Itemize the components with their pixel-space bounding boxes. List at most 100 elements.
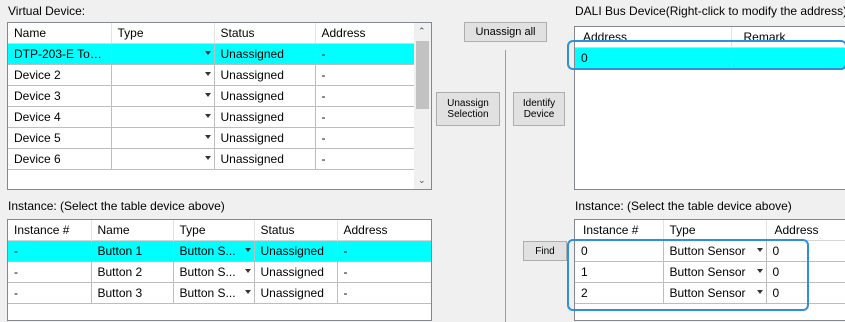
chevron-up-icon[interactable]: ⌃ [418, 27, 426, 36]
unassign-selection-button[interactable]: Unassign Selection [436, 92, 500, 126]
column-header-address[interactable]: Address [315, 23, 415, 44]
dali-remark-cell[interactable] [731, 47, 845, 69]
column-header-type[interactable]: Type [111, 23, 215, 44]
table-row[interactable]: - Button 3 Button S... Unassigned - [8, 282, 431, 304]
table-row[interactable]: 0 [575, 47, 845, 69]
instance-address-cell[interactable]: - [337, 240, 431, 262]
chevron-down-icon[interactable] [204, 135, 211, 139]
device-address-cell[interactable]: - [315, 43, 415, 65]
instance-name-cell[interactable]: Button 2 [91, 261, 174, 283]
device-name-cell[interactable]: Device 6 [8, 148, 112, 170]
device-status-cell[interactable]: Unassigned [214, 64, 316, 86]
unassign-all-button[interactable]: Unassign all [464, 22, 547, 42]
device-name-cell[interactable]: DTP-203-E Tou... [8, 43, 112, 65]
chevron-down-icon[interactable] [204, 72, 211, 76]
instance-number-cell[interactable]: - [8, 240, 92, 262]
table-row[interactable]: 1 Button Sensor 0 [575, 261, 845, 283]
instance-type-dropdown[interactable]: Button Sensor [663, 261, 767, 283]
device-address-cell[interactable]: - [315, 85, 415, 107]
chevron-down-icon[interactable] [204, 114, 211, 118]
device-type-dropdown[interactable] [111, 106, 215, 128]
dali-address-cell[interactable]: 0 [575, 47, 732, 69]
chevron-down-icon[interactable] [244, 269, 251, 273]
device-address-cell[interactable]: - [315, 148, 415, 170]
table-row[interactable]: 0 Button Sensor 0 [575, 240, 845, 262]
table-row[interactable]: DTP-203-E Tou... Unassigned - [8, 43, 415, 65]
instance-number-cell[interactable]: 1 [575, 261, 664, 283]
find-button[interactable]: Find [523, 241, 567, 261]
instance-status-cell[interactable]: Unassigned [254, 282, 338, 304]
table-row[interactable]: Device 2 Unassigned - [8, 64, 415, 86]
vertical-scrollbar[interactable]: ⌃ ⌄ [414, 23, 431, 189]
instance-number-cell[interactable]: - [8, 261, 92, 283]
table-row[interactable]: - Button 1 Button S... Unassigned - [8, 240, 431, 262]
instance-type-dropdown[interactable]: Button Sensor [663, 282, 767, 304]
instance-number-cell[interactable]: 0 [575, 240, 664, 262]
column-header-name[interactable]: Name [8, 23, 112, 44]
device-status-cell[interactable]: Unassigned [214, 85, 316, 107]
chevron-down-icon[interactable]: ⌄ [418, 176, 426, 185]
instance-right-table: Instance # Type Address 0 Button Sensor … [575, 220, 845, 304]
instance-name-cell[interactable]: Button 3 [91, 282, 174, 304]
table-row[interactable]: Device 3 Unassigned - [8, 85, 415, 107]
instance-address-cell[interactable]: - [337, 282, 431, 304]
column-header-type[interactable]: Type [663, 220, 767, 241]
device-name-cell[interactable]: Device 2 [8, 64, 112, 86]
table-row[interactable]: - Button 2 Button S... Unassigned - [8, 261, 431, 283]
device-name-cell[interactable]: Device 4 [8, 106, 112, 128]
table-row[interactable]: Device 5 Unassigned - [8, 127, 415, 149]
device-type-dropdown[interactable] [111, 148, 215, 170]
device-status-cell[interactable]: Unassigned [214, 148, 316, 170]
instance-type-dropdown[interactable]: Button Sensor [663, 240, 767, 262]
instance-number-cell[interactable]: 2 [575, 282, 664, 304]
table-row[interactable]: Device 4 Unassigned - [8, 106, 415, 128]
chevron-down-icon[interactable] [204, 93, 211, 97]
column-header-remark[interactable]: Remark [731, 27, 845, 48]
table-row[interactable]: 2 Button Sensor 0 [575, 282, 845, 304]
column-header-address[interactable]: Address [337, 220, 431, 241]
table-row[interactable]: Device 6 Unassigned - [8, 148, 415, 170]
device-status-cell[interactable]: Unassigned [214, 127, 316, 149]
chevron-down-icon[interactable] [204, 51, 211, 55]
virtual-device-table: Name Type Status Address DTP-203-E Tou..… [8, 23, 415, 170]
instance-name-cell[interactable]: Button 1 [91, 240, 174, 262]
instance-address-cell[interactable]: 0 [766, 282, 845, 304]
instance-type-dropdown[interactable]: Button S... [173, 240, 255, 262]
device-name-cell[interactable]: Device 3 [8, 85, 112, 107]
device-name-cell[interactable]: Device 5 [8, 127, 112, 149]
device-status-cell[interactable]: Unassigned [214, 43, 316, 65]
column-header-instance[interactable]: Instance # [575, 220, 664, 241]
column-header-type[interactable]: Type [173, 220, 255, 241]
column-header-status[interactable]: Status [214, 23, 316, 44]
identify-device-button[interactable]: Identify Device [513, 92, 565, 126]
chevron-down-icon[interactable] [244, 248, 251, 252]
column-header-address[interactable]: Address [766, 220, 845, 241]
instance-address-cell[interactable]: 0 [766, 240, 845, 262]
chevron-down-icon[interactable] [244, 290, 251, 294]
chevron-down-icon[interactable] [756, 269, 763, 273]
chevron-down-icon[interactable] [204, 156, 211, 160]
instance-status-cell[interactable]: Unassigned [254, 240, 338, 262]
device-type-dropdown[interactable] [111, 85, 215, 107]
column-header-status[interactable]: Status [254, 220, 338, 241]
column-header-address[interactable]: Address [575, 27, 732, 48]
device-address-cell[interactable]: - [315, 106, 415, 128]
instance-address-cell[interactable]: 0 [766, 261, 845, 283]
device-address-cell[interactable]: - [315, 127, 415, 149]
device-type-dropdown[interactable] [111, 127, 215, 149]
instance-number-cell[interactable]: - [8, 282, 92, 304]
instance-type-dropdown[interactable]: Button S... [173, 261, 255, 283]
chevron-down-icon[interactable] [756, 248, 763, 252]
dali-bus-table: Address Remark 0 [575, 27, 845, 69]
device-address-cell[interactable]: - [315, 64, 415, 86]
column-header-instance[interactable]: Instance # [8, 220, 92, 241]
scrollbar-thumb[interactable] [416, 41, 429, 109]
instance-type-dropdown[interactable]: Button S... [173, 282, 255, 304]
device-type-dropdown[interactable] [111, 43, 215, 65]
device-type-dropdown[interactable] [111, 64, 215, 86]
chevron-down-icon[interactable] [756, 290, 763, 294]
device-status-cell[interactable]: Unassigned [214, 106, 316, 128]
column-header-name[interactable]: Name [91, 220, 174, 241]
instance-address-cell[interactable]: - [337, 261, 431, 283]
instance-status-cell[interactable]: Unassigned [254, 261, 338, 283]
